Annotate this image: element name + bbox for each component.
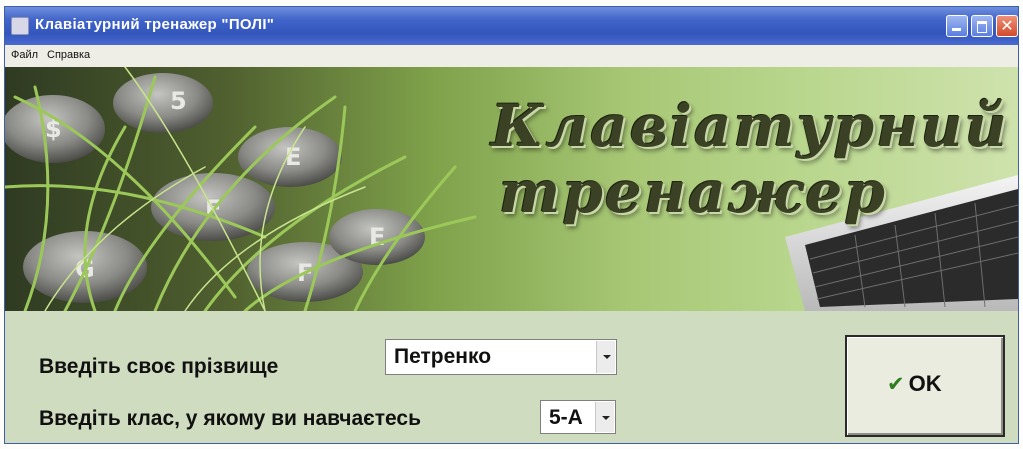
surname-label: Введіть своє прізвище: [39, 355, 279, 378]
banner-title-line1: Клавіатурний: [491, 92, 1009, 160]
surname-value[interactable]: Петренко: [394, 345, 491, 369]
maximize-button[interactable]: [971, 15, 993, 37]
dropdown-arrow-icon[interactable]: [596, 341, 615, 373]
class-label: Введіть клас, у якому ви навчаєтесь: [39, 407, 421, 430]
banner-image: $ 5 F E G F E Клавіатурний тренажер: [5, 67, 1018, 311]
window-title: Клавіатурний тренажер "ПОЛІ": [35, 16, 275, 33]
dropdown-arrow-icon[interactable]: [595, 402, 614, 432]
checkmark-icon: ✔: [887, 372, 905, 396]
menu-help[interactable]: Справка: [47, 49, 90, 61]
ok-button-content: ✔ OK: [887, 371, 942, 397]
ok-label: OK: [908, 371, 942, 396]
close-button[interactable]: ✕: [996, 15, 1018, 37]
class-combobox[interactable]: 5-А: [540, 400, 616, 434]
close-icon: ✕: [1000, 16, 1014, 35]
ok-button[interactable]: ✔ OK: [845, 335, 1005, 437]
login-form: Введіть своє прізвище Петренко Введіть к…: [5, 311, 1018, 443]
class-value[interactable]: 5-А: [549, 406, 583, 430]
title-bar[interactable]: Клавіатурний тренажер "ПОЛІ" ✕: [5, 7, 1018, 45]
surname-combobox[interactable]: Петренко: [385, 339, 617, 375]
maximize-icon: [972, 16, 992, 36]
app-window: Клавіатурний тренажер "ПОЛІ" ✕ Файл Спра…: [4, 6, 1019, 444]
key-letter: 5: [170, 87, 187, 115]
menu-bar: Файл Справка: [5, 45, 1018, 67]
menu-file[interactable]: Файл: [11, 49, 38, 61]
banner-title: Клавіатурний тренажер: [491, 93, 1009, 225]
banner-title-line2: тренажер: [499, 158, 887, 226]
minimize-icon: [947, 16, 967, 36]
app-icon: [11, 17, 29, 35]
minimize-button[interactable]: [946, 15, 968, 37]
